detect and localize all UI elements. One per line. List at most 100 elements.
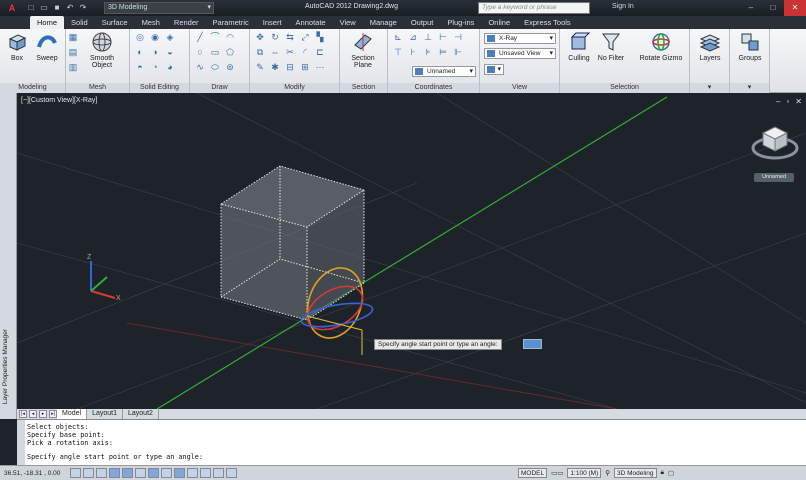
ortho-toggle[interactable]: [96, 468, 107, 478]
ucs-3point-icon[interactable]: ⊣: [452, 32, 464, 43]
circle-icon[interactable]: ○: [194, 47, 206, 58]
layer-properties-palette[interactable]: Layer Properties Manager: [0, 93, 17, 419]
sign-in-link[interactable]: Sign In: [612, 3, 634, 10]
ucs-object-icon[interactable]: ⊦: [407, 47, 419, 58]
ucs-menu-label[interactable]: Unnamed: [754, 173, 794, 182]
polygon-icon[interactable]: ⬠: [224, 47, 236, 58]
ucs-dropdown[interactable]: Unnamed: [412, 66, 476, 77]
command-line[interactable]: Select objects: Specify base point: Pick…: [17, 419, 806, 466]
tab-surface[interactable]: Surface: [95, 16, 135, 29]
layers-button[interactable]: Layers: [693, 31, 727, 62]
erase-icon[interactable]: ✎: [254, 62, 266, 73]
annotation-visibility-icon[interactable]: ⚲: [605, 469, 610, 477]
quick-properties-toggle[interactable]: [213, 468, 224, 478]
rotate-icon[interactable]: ↻: [269, 32, 281, 43]
tab-annotate[interactable]: Annotate: [289, 16, 333, 29]
arc-icon[interactable]: ◠: [224, 32, 236, 43]
coordinate-readout[interactable]: 36.51, -18.31 , 0.00: [0, 470, 70, 477]
thicken-icon[interactable]: ◒: [164, 47, 176, 58]
polyline-icon[interactable]: ⌒: [209, 32, 221, 43]
tab-output[interactable]: Output: [404, 16, 441, 29]
mirror-icon[interactable]: ⇆: [284, 32, 296, 43]
grid-toggle[interactable]: [83, 468, 94, 478]
panel-label-draw[interactable]: Draw: [190, 83, 249, 93]
panel-label-solid-editing[interactable]: Solid Editing: [130, 83, 189, 93]
box-button[interactable]: Box: [0, 31, 34, 62]
tab-home[interactable]: Home: [30, 16, 65, 29]
tab-manage[interactable]: Manage: [363, 16, 404, 29]
scale-icon[interactable]: ⤢: [299, 32, 311, 43]
dyn-toggle[interactable]: [174, 468, 185, 478]
ellipse-icon[interactable]: ⬭: [209, 62, 221, 73]
no-filter-button[interactable]: No Filter: [594, 31, 628, 62]
osnap-toggle[interactable]: [122, 468, 133, 478]
tab-parametric[interactable]: Parametric: [206, 16, 256, 29]
model-space-button[interactable]: MODEL: [518, 468, 548, 478]
panel-label-mesh[interactable]: Mesh: [66, 83, 129, 93]
panel-label-view[interactable]: View: [480, 83, 559, 93]
tab-render[interactable]: Render: [167, 16, 206, 29]
xray-cube[interactable]: [219, 165, 366, 321]
slice-icon[interactable]: ◑: [149, 47, 161, 58]
interfere-icon[interactable]: ◐: [134, 47, 146, 58]
navigation-cube[interactable]: [751, 126, 799, 160]
rectangle-icon[interactable]: ▭: [209, 47, 221, 58]
search-input[interactable]: Type a keyword or phrase: [478, 2, 590, 14]
workspace-switch[interactable]: 3D Modeling: [614, 468, 657, 478]
saved-view-dropdown[interactable]: Unsaved View: [484, 48, 556, 59]
stretch-icon[interactable]: ⇔: [269, 47, 281, 58]
fillet-icon[interactable]: ◜: [299, 47, 311, 58]
tab-layout1[interactable]: Layout1: [87, 409, 123, 419]
panel-label-modify[interactable]: Modify: [250, 83, 339, 93]
explode-icon[interactable]: ✱: [269, 62, 281, 73]
prev-layout-icon[interactable]: ◂: [29, 410, 37, 418]
otrack-toggle[interactable]: [148, 468, 159, 478]
mesh-primitive-icon[interactable]: ▦: [67, 32, 79, 43]
mesh-smooth-icon[interactable]: ▤: [67, 47, 79, 58]
spline-icon[interactable]: ∿: [194, 62, 206, 73]
extract-edges-icon[interactable]: ◓: [134, 62, 146, 73]
ucs-z-axis-icon[interactable]: ⊢: [437, 32, 449, 43]
ucs-view-icon[interactable]: ⊤: [392, 47, 404, 58]
tab-online[interactable]: Online: [481, 16, 517, 29]
panel-label-modeling[interactable]: Modeling: [0, 83, 65, 93]
intersect-icon[interactable]: ◈: [164, 32, 176, 43]
drawing-viewport[interactable]: Z X [−][Custom View][X-Ray] – ▫ ✕ Unname…: [17, 93, 806, 409]
tab-insert[interactable]: Insert: [256, 16, 289, 29]
command-line-handle[interactable]: [17, 420, 25, 466]
viewport-minimize-icon[interactable]: –: [776, 97, 780, 106]
union-icon[interactable]: ◎: [134, 32, 146, 43]
tab-layout2[interactable]: Layout2: [123, 409, 159, 419]
offset-icon[interactable]: ⊏: [314, 47, 326, 58]
align-icon[interactable]: ⊟: [284, 62, 296, 73]
ucs-icon[interactable]: ⊾: [392, 32, 404, 43]
open-file-icon[interactable]: ▭: [39, 3, 49, 13]
mesh-refine-icon[interactable]: ▥: [67, 62, 79, 73]
smooth-object-button[interactable]: Smooth Object: [82, 31, 122, 69]
viewport-restore-icon[interactable]: ▫: [786, 97, 789, 106]
array-icon[interactable]: ▚: [314, 32, 326, 43]
ducs-toggle[interactable]: [161, 468, 172, 478]
panel-label-groups-expand[interactable]: ▾: [730, 83, 769, 93]
annotation-scale-dropdown[interactable]: 1:100 (M): [567, 468, 602, 478]
last-layout-icon[interactable]: ▸|: [49, 410, 57, 418]
copy-icon[interactable]: ⧉: [254, 47, 266, 58]
helix-icon[interactable]: ⊚: [224, 62, 236, 73]
move-icon[interactable]: ✥: [254, 32, 266, 43]
panel-label-layers-expand[interactable]: ▾: [690, 83, 729, 93]
rotate-gizmo-button[interactable]: Rotate Gizmo: [636, 31, 686, 62]
ucs-world-icon[interactable]: ⊿: [407, 32, 419, 43]
save-icon[interactable]: ■: [52, 3, 62, 13]
section-plane-button[interactable]: Section Plane: [346, 31, 380, 69]
ucs-y-icon[interactable]: ⊩: [452, 47, 464, 58]
lock-icon[interactable]: 🔒︎: [661, 469, 664, 477]
groups-button[interactable]: Groups: [733, 31, 767, 62]
trim-icon[interactable]: ✂: [284, 47, 296, 58]
viewport-controls-label[interactable]: [−][Custom View][X-Ray]: [21, 97, 97, 104]
minimize-icon[interactable]: –: [740, 0, 762, 16]
polar-toggle[interactable]: [109, 468, 120, 478]
line-icon[interactable]: ╱: [194, 32, 206, 43]
lineweight-toggle[interactable]: [187, 468, 198, 478]
join-icon[interactable]: ⊞: [299, 62, 311, 73]
sweep-button[interactable]: Sweep: [30, 31, 64, 62]
